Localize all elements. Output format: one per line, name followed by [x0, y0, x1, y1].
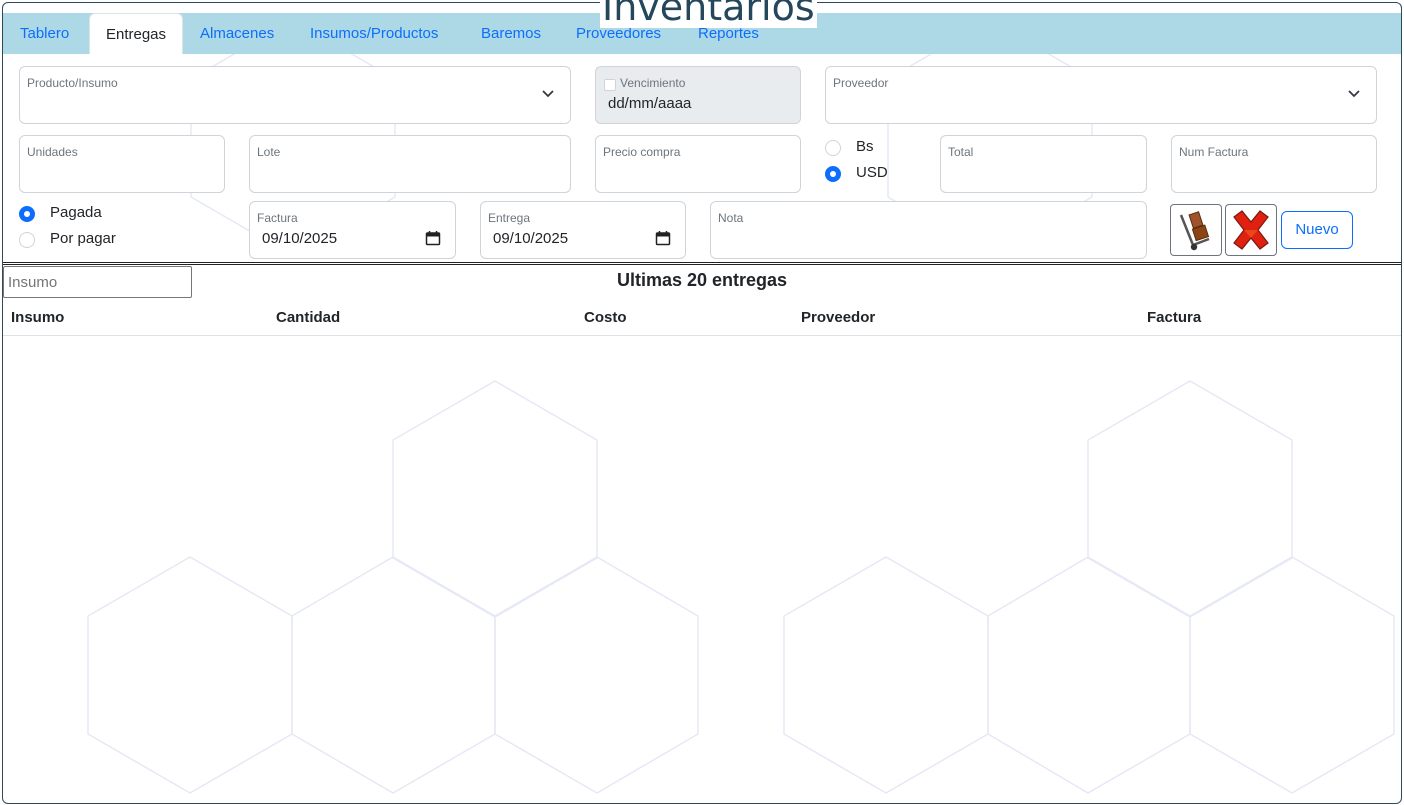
radio-pagada[interactable]: [19, 206, 35, 222]
tab-tablero[interactable]: Tablero: [3, 13, 86, 54]
column-header-proveedor: Proveedor: [801, 309, 876, 326]
list-title: Ultimas 20 entregas: [616, 270, 788, 290]
fecha-entrega-value: 09/10/2025: [493, 230, 569, 247]
producto-select[interactable]: Producto/Insumo: [19, 66, 571, 124]
fecha-factura-label: Factura: [257, 211, 298, 225]
fecha-entrega-label: Entrega: [488, 211, 531, 225]
moneda-bs-label: Bs: [856, 138, 874, 155]
fecha-factura-value: 09/10/2025: [262, 230, 338, 247]
proveedor-label: Proveedor: [833, 76, 889, 90]
chevron-down-icon: [1348, 90, 1360, 98]
total-input[interactable]: Total: [940, 135, 1147, 193]
hand-truck-icon: [1179, 211, 1210, 251]
nuevo-button[interactable]: Nuevo: [1281, 211, 1353, 249]
cancel-button[interactable]: [1225, 204, 1277, 256]
tab-baremos[interactable]: Baremos: [464, 13, 558, 54]
tab-almacenes[interactable]: Almacenes: [183, 13, 291, 54]
tab-insumos-productos[interactable]: Insumos/Productos: [293, 13, 455, 54]
vencimiento-field[interactable]: Vencimiento dd/mm/aaaa: [595, 66, 801, 124]
radio-por-pagar[interactable]: [19, 232, 35, 248]
calendar-icon[interactable]: [425, 230, 441, 246]
por-pagar-label: Por pagar: [50, 230, 116, 247]
unidades-input[interactable]: Unidades: [19, 135, 225, 193]
vencimiento-checkbox[interactable]: [604, 79, 616, 91]
nota-input[interactable]: Nota: [710, 201, 1147, 259]
precio-compra-label: Precio compra: [603, 145, 681, 159]
column-header-insumo: Insumo: [11, 309, 65, 326]
lote-input[interactable]: Lote: [249, 135, 571, 193]
radio-bs[interactable]: [825, 140, 841, 156]
pagada-label: Pagada: [50, 204, 102, 221]
moneda-usd-label: USD: [856, 164, 888, 181]
app-title: Inventarios: [600, 0, 817, 28]
vencimiento-label: Vencimiento: [620, 76, 686, 90]
red-x-icon: [1233, 210, 1269, 250]
num-factura-input[interactable]: Num Factura: [1171, 135, 1377, 193]
column-header-costo: Costo: [584, 309, 627, 326]
column-header-cantidad: Cantidad: [276, 309, 341, 326]
section-divider: [3, 262, 1401, 265]
column-header-factura: Factura: [1147, 309, 1202, 326]
total-label: Total: [948, 145, 974, 159]
fecha-entrega-input[interactable]: Entrega 09/10/2025: [480, 201, 686, 259]
precio-compra-input[interactable]: Precio compra: [595, 135, 801, 193]
calendar-icon[interactable]: [655, 230, 671, 246]
fecha-factura-input[interactable]: Factura 09/10/2025: [249, 201, 456, 259]
radio-usd[interactable]: [825, 166, 841, 182]
tab-entregas[interactable]: Entregas: [89, 13, 183, 54]
nota-label: Nota: [718, 211, 744, 225]
proveedor-select[interactable]: Proveedor: [825, 66, 1377, 124]
num-factura-label: Num Factura: [1179, 145, 1249, 159]
producto-label: Producto/Insumo: [27, 76, 118, 90]
table-header-border: [3, 335, 1401, 336]
lote-label: Lote: [257, 145, 281, 159]
unidades-label: Unidades: [27, 145, 78, 159]
chevron-down-icon: [542, 90, 554, 98]
deliver-button[interactable]: [1170, 204, 1222, 256]
vencimiento-value: dd/mm/aaaa: [608, 95, 692, 112]
